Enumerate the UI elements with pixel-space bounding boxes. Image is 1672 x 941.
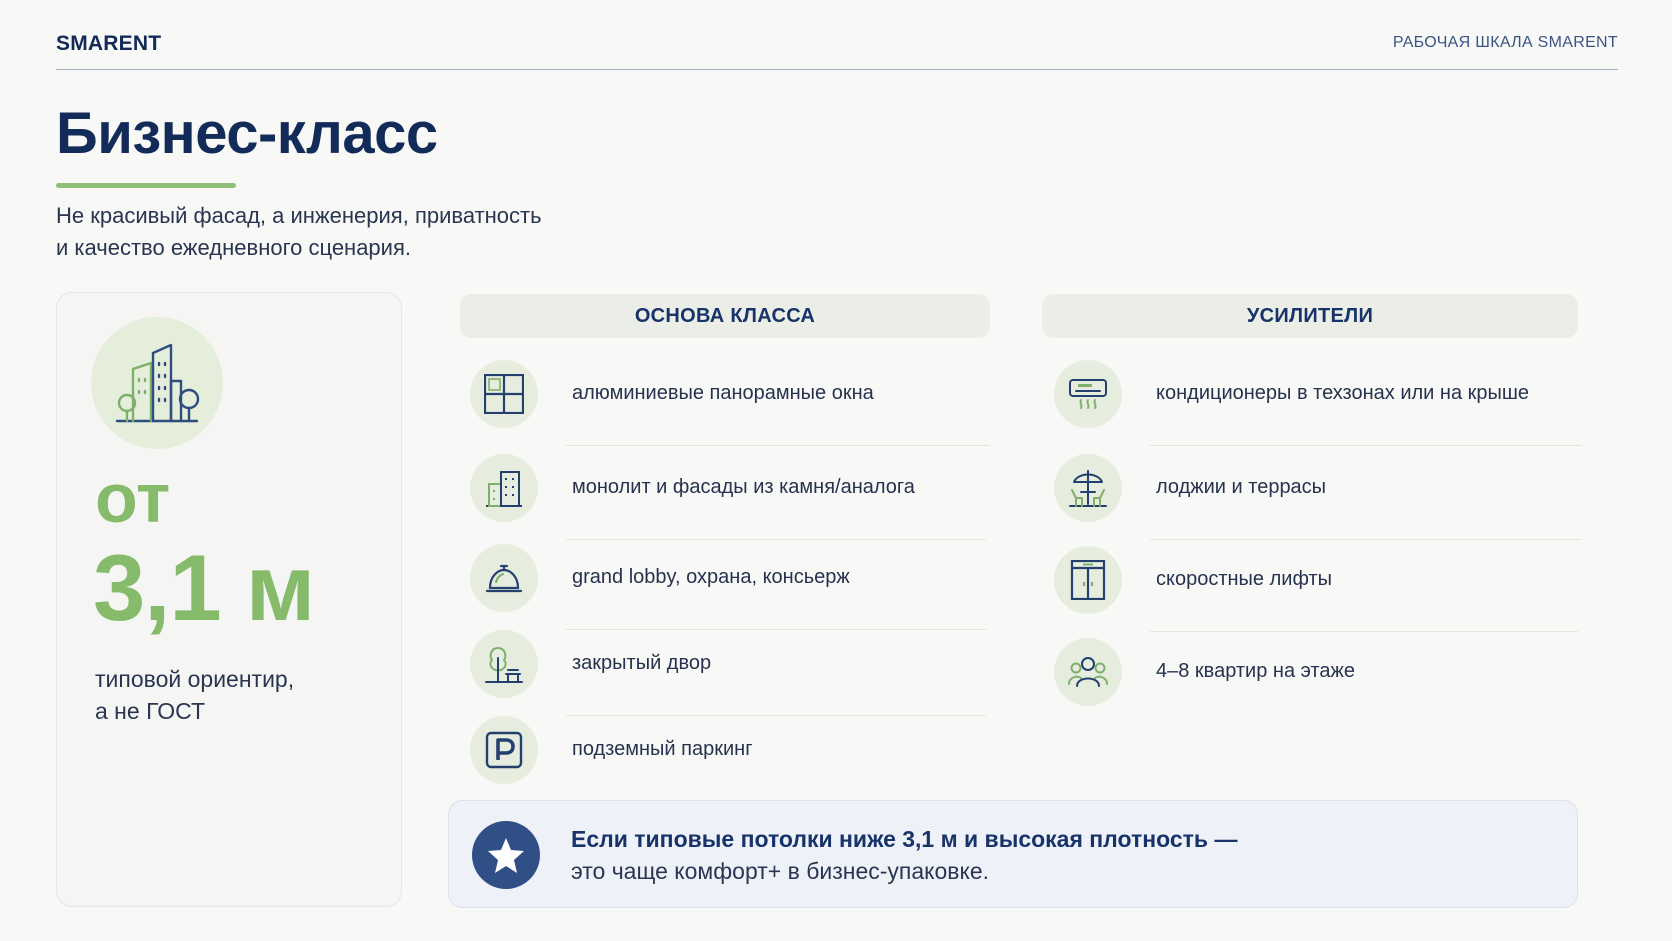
elevator-icon [1054, 546, 1122, 614]
building-trees-icon [91, 317, 223, 449]
window-icon [470, 360, 538, 428]
list-item-label: скоростные лифты [1156, 568, 1332, 590]
summary-note-line-1: типовой ориентир, [95, 666, 295, 692]
summary-note: типовой ориентир, а не ГОСТ [95, 663, 375, 727]
list-item-label: закрытый двор [572, 652, 712, 674]
summary-prefix: от [95, 459, 171, 537]
list-item-windows: алюминиевые панорамные окна [470, 360, 990, 446]
list-item-parking: подземный паркинг [470, 716, 990, 786]
list-item-yard: закрытый двор [470, 630, 990, 716]
callout-line-2: это чаще комфорт+ в бизнес-упаковке. [571, 858, 989, 884]
list-item-apartments: 4–8 квартир на этаже [1054, 638, 1578, 708]
list-item-label: алюминиевые панорамные окна [572, 382, 874, 404]
list-item-label: монолит и фасады из камня/аналога [572, 476, 915, 498]
summary-value: 3,1 м [93, 535, 315, 640]
callout-box: Если типовые потолки ниже 3,1 м и высока… [448, 800, 1578, 908]
basis-heading: ОСНОВА КЛАССА [460, 294, 990, 338]
divider [566, 538, 986, 540]
people-group-icon [1054, 638, 1122, 706]
list-item-monolith: монолит и фасады из камня/аналога [470, 454, 990, 540]
title-underline [56, 183, 236, 188]
list-item-label: 4–8 квартир на этаже [1156, 660, 1355, 682]
list-item-lobby: grand lobby, охрана, консьерж [470, 544, 990, 630]
list-item-label: grand lobby, охрана, консьерж [572, 566, 850, 588]
divider [1150, 630, 1578, 632]
star-icon [472, 821, 540, 889]
boosters-heading: УСИЛИТЕЛИ [1042, 294, 1578, 338]
divider [1150, 444, 1582, 446]
terrace-umbrella-icon [1054, 454, 1122, 522]
tree-bench-icon [470, 630, 538, 698]
list-item-terraces: лоджии и террасы [1054, 454, 1582, 540]
parking-icon [470, 716, 538, 784]
callout-line-1: Если типовые потолки ниже 3,1 м и высока… [571, 826, 1238, 852]
list-item-elevators: скоростные лифты [1054, 546, 1578, 632]
summary-card: от 3,1 м типовой ориентир, а не ГОСТ [56, 292, 402, 907]
building-icon [470, 454, 538, 522]
divider [566, 444, 990, 446]
divider [1150, 538, 1582, 540]
list-item-ac: кондиционеры в техзонах или на крыше [1054, 360, 1582, 446]
header-tag: РАБОЧАЯ ШКАЛА SMARENT [1392, 34, 1618, 51]
concierge-bell-icon [470, 544, 538, 612]
summary-note-line-2: а не ГОСТ [95, 698, 206, 724]
top-bar: SMARENT РАБОЧАЯ ШКАЛА SMARENT [56, 30, 1618, 70]
list-item-label: лоджии и террасы [1156, 476, 1327, 498]
list-item-label: подземный паркинг [572, 738, 753, 760]
page-title: Бизнес-класс [56, 101, 438, 166]
list-item-label: кондиционеры в техзонах или на крыше [1156, 382, 1530, 404]
brand-logo: SMARENT [56, 32, 162, 55]
subtitle-line-1: Не красивый фасад, а инженерия, приватно… [56, 203, 542, 228]
air-conditioner-icon [1054, 360, 1122, 428]
page-subtitle: Не красивый фасад, а инженерия, приватно… [56, 200, 676, 264]
subtitle-line-2: и качество ежедневного сценария. [56, 235, 411, 260]
